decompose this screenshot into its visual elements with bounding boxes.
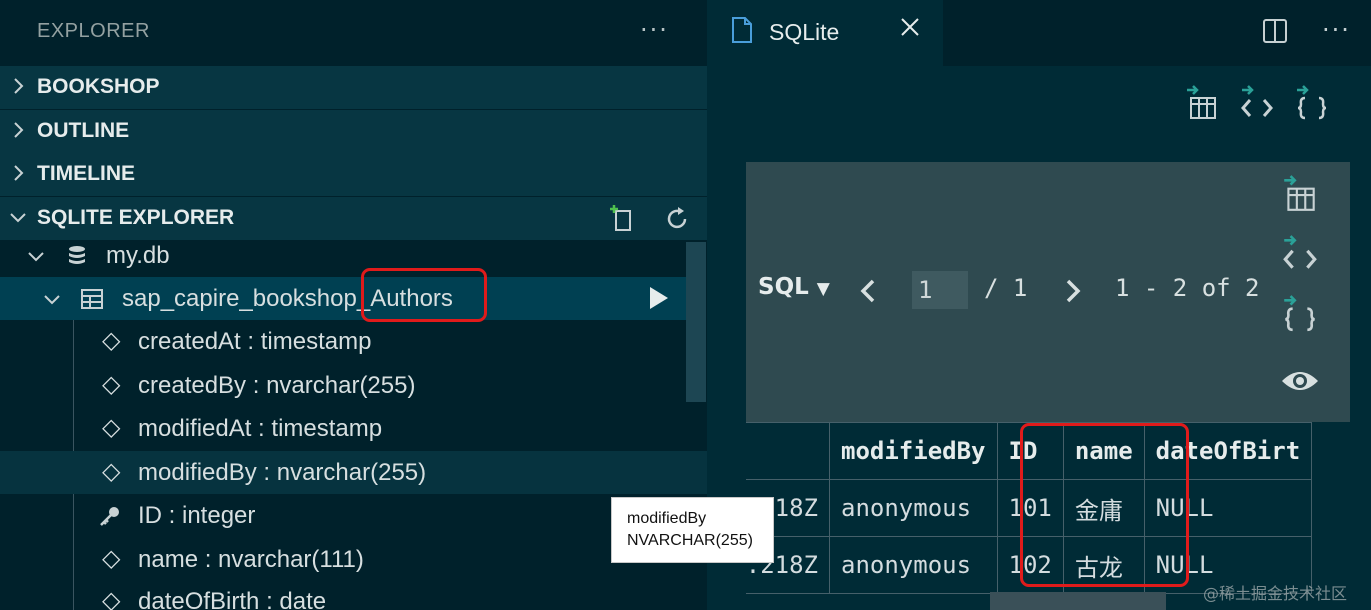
export-html-icon[interactable] xyxy=(1280,234,1320,274)
row-range: 1 - 2 of 2 xyxy=(1115,274,1260,302)
column-tooltip: modifiedBy NVARCHAR(255) xyxy=(611,497,774,563)
chevron-down-icon xyxy=(44,295,60,305)
run-query-icon[interactable] xyxy=(646,285,670,311)
tree-item-column[interactable]: ◇ createdBy : nvarchar(255) xyxy=(0,364,686,407)
export-csv-icon[interactable] xyxy=(1280,174,1320,214)
tooltip-column-name: modifiedBy xyxy=(627,510,707,527)
key-icon xyxy=(100,507,119,526)
more-actions-icon[interactable]: ··· xyxy=(1322,16,1351,44)
diamond-icon: ◇ xyxy=(102,587,121,610)
column-label: modifiedBy : nvarchar(255) xyxy=(138,459,427,486)
tree-item-column[interactable]: ◇ name : nvarchar(111) xyxy=(0,538,686,581)
tab-sqlite[interactable]: SQLite xyxy=(707,0,943,66)
chevron-right-icon xyxy=(14,78,24,94)
close-icon[interactable] xyxy=(899,16,921,38)
tree-item-column[interactable]: ID : integer xyxy=(0,494,686,537)
horizontal-scrollbar[interactable] xyxy=(990,592,1166,610)
section-label: OUTLINE xyxy=(37,119,130,142)
column-label: modifiedAt : timestamp xyxy=(138,415,383,442)
chevron-right-icon xyxy=(14,122,24,138)
editor-area: SQLite ··· SQL ▼ / 1 1 - 2 of xyxy=(707,0,1371,610)
dropdown-arrow-icon: ▼ xyxy=(816,279,830,299)
watermark: @稀土掘金技术社区 xyxy=(1203,584,1348,603)
explorer-sidebar: EXPLORER ··· BOOKSHOP OUTLINE TIMELINE S… xyxy=(0,0,707,610)
table-cell[interactable]: anonymous xyxy=(829,536,998,594)
sql-dropdown[interactable]: SQL ▼ xyxy=(758,274,830,300)
annotation-box xyxy=(361,268,487,322)
diamond-icon: ◇ xyxy=(102,458,121,485)
diamond-icon: ◇ xyxy=(102,414,121,441)
table-cell[interactable]: anonymous xyxy=(829,479,998,537)
new-query-icon[interactable] xyxy=(608,203,638,233)
section-label: TIMELINE xyxy=(37,162,135,185)
diamond-icon: ◇ xyxy=(102,371,121,398)
section-label: BOOKSHOP xyxy=(37,75,160,98)
file-icon xyxy=(732,17,752,43)
database-icon xyxy=(69,246,85,264)
eye-icon[interactable] xyxy=(1280,361,1320,401)
tooltip-column-type: NVARCHAR(255) xyxy=(627,532,753,549)
export-json-icon[interactable] xyxy=(1280,294,1320,334)
database-name: my.db xyxy=(106,242,170,269)
section-outline[interactable]: OUTLINE xyxy=(0,110,707,153)
diamond-icon: ◇ xyxy=(102,545,121,572)
column-label: ID : integer xyxy=(138,502,256,529)
sidebar-scrollbar[interactable] xyxy=(686,242,706,402)
tree-item-database[interactable]: my.db xyxy=(0,234,686,277)
section-label: SQLITE EXPLORER xyxy=(37,206,235,229)
page-number-input[interactable] xyxy=(912,271,968,309)
sql-label: SQL xyxy=(758,274,809,300)
query-results-panel: SQL ▼ / 1 1 - 2 of 2 xyxy=(746,162,1350,422)
column-label: createdBy : nvarchar(255) xyxy=(138,372,416,399)
tree-item-column[interactable]: ◇ modifiedAt : timestamp xyxy=(0,407,686,450)
total-pages: / 1 xyxy=(984,274,1028,302)
tab-bar: SQLite ··· xyxy=(707,0,1371,66)
annotation-box xyxy=(1020,423,1189,587)
chevron-down-icon xyxy=(10,213,26,223)
tab-label: SQLite xyxy=(769,19,840,45)
export-html-icon[interactable] xyxy=(1240,84,1274,122)
diamond-icon: ◇ xyxy=(102,327,121,354)
section-bookshop[interactable]: BOOKSHOP xyxy=(0,66,707,109)
previous-page-icon[interactable] xyxy=(858,278,878,304)
column-label: createdAt : timestamp xyxy=(138,328,372,355)
tree-item-column[interactable]: ◇ dateOfBirth : date xyxy=(0,580,686,610)
column-label: dateOfBirth : date xyxy=(138,588,327,610)
export-csv-icon[interactable] xyxy=(1185,84,1219,122)
tree-item-column[interactable]: ◇ createdAt : timestamp xyxy=(0,320,686,363)
tree-item-column[interactable]: ◇ modifiedBy : nvarchar(255) xyxy=(0,451,707,494)
chevron-down-icon xyxy=(28,252,44,262)
export-toolbar xyxy=(1185,84,1345,124)
column-header[interactable]: modifiedBy xyxy=(829,422,998,480)
refresh-icon[interactable] xyxy=(663,205,691,233)
tree-item-table[interactable]: sap_capire_bookshop_Authors xyxy=(0,277,686,320)
split-editor-icon[interactable] xyxy=(1262,18,1288,44)
next-page-icon[interactable] xyxy=(1063,278,1083,304)
section-timeline[interactable]: TIMELINE xyxy=(0,153,707,196)
more-actions-icon[interactable]: ··· xyxy=(640,16,669,44)
column-label: name : nvarchar(111) xyxy=(138,546,364,573)
explorer-title: EXPLORER xyxy=(37,20,150,42)
chevron-right-icon xyxy=(14,165,24,181)
column-header[interactable] xyxy=(746,422,830,480)
explorer-header: EXPLORER ··· xyxy=(0,0,707,66)
table-icon xyxy=(81,289,103,309)
export-json-icon[interactable] xyxy=(1295,84,1329,122)
